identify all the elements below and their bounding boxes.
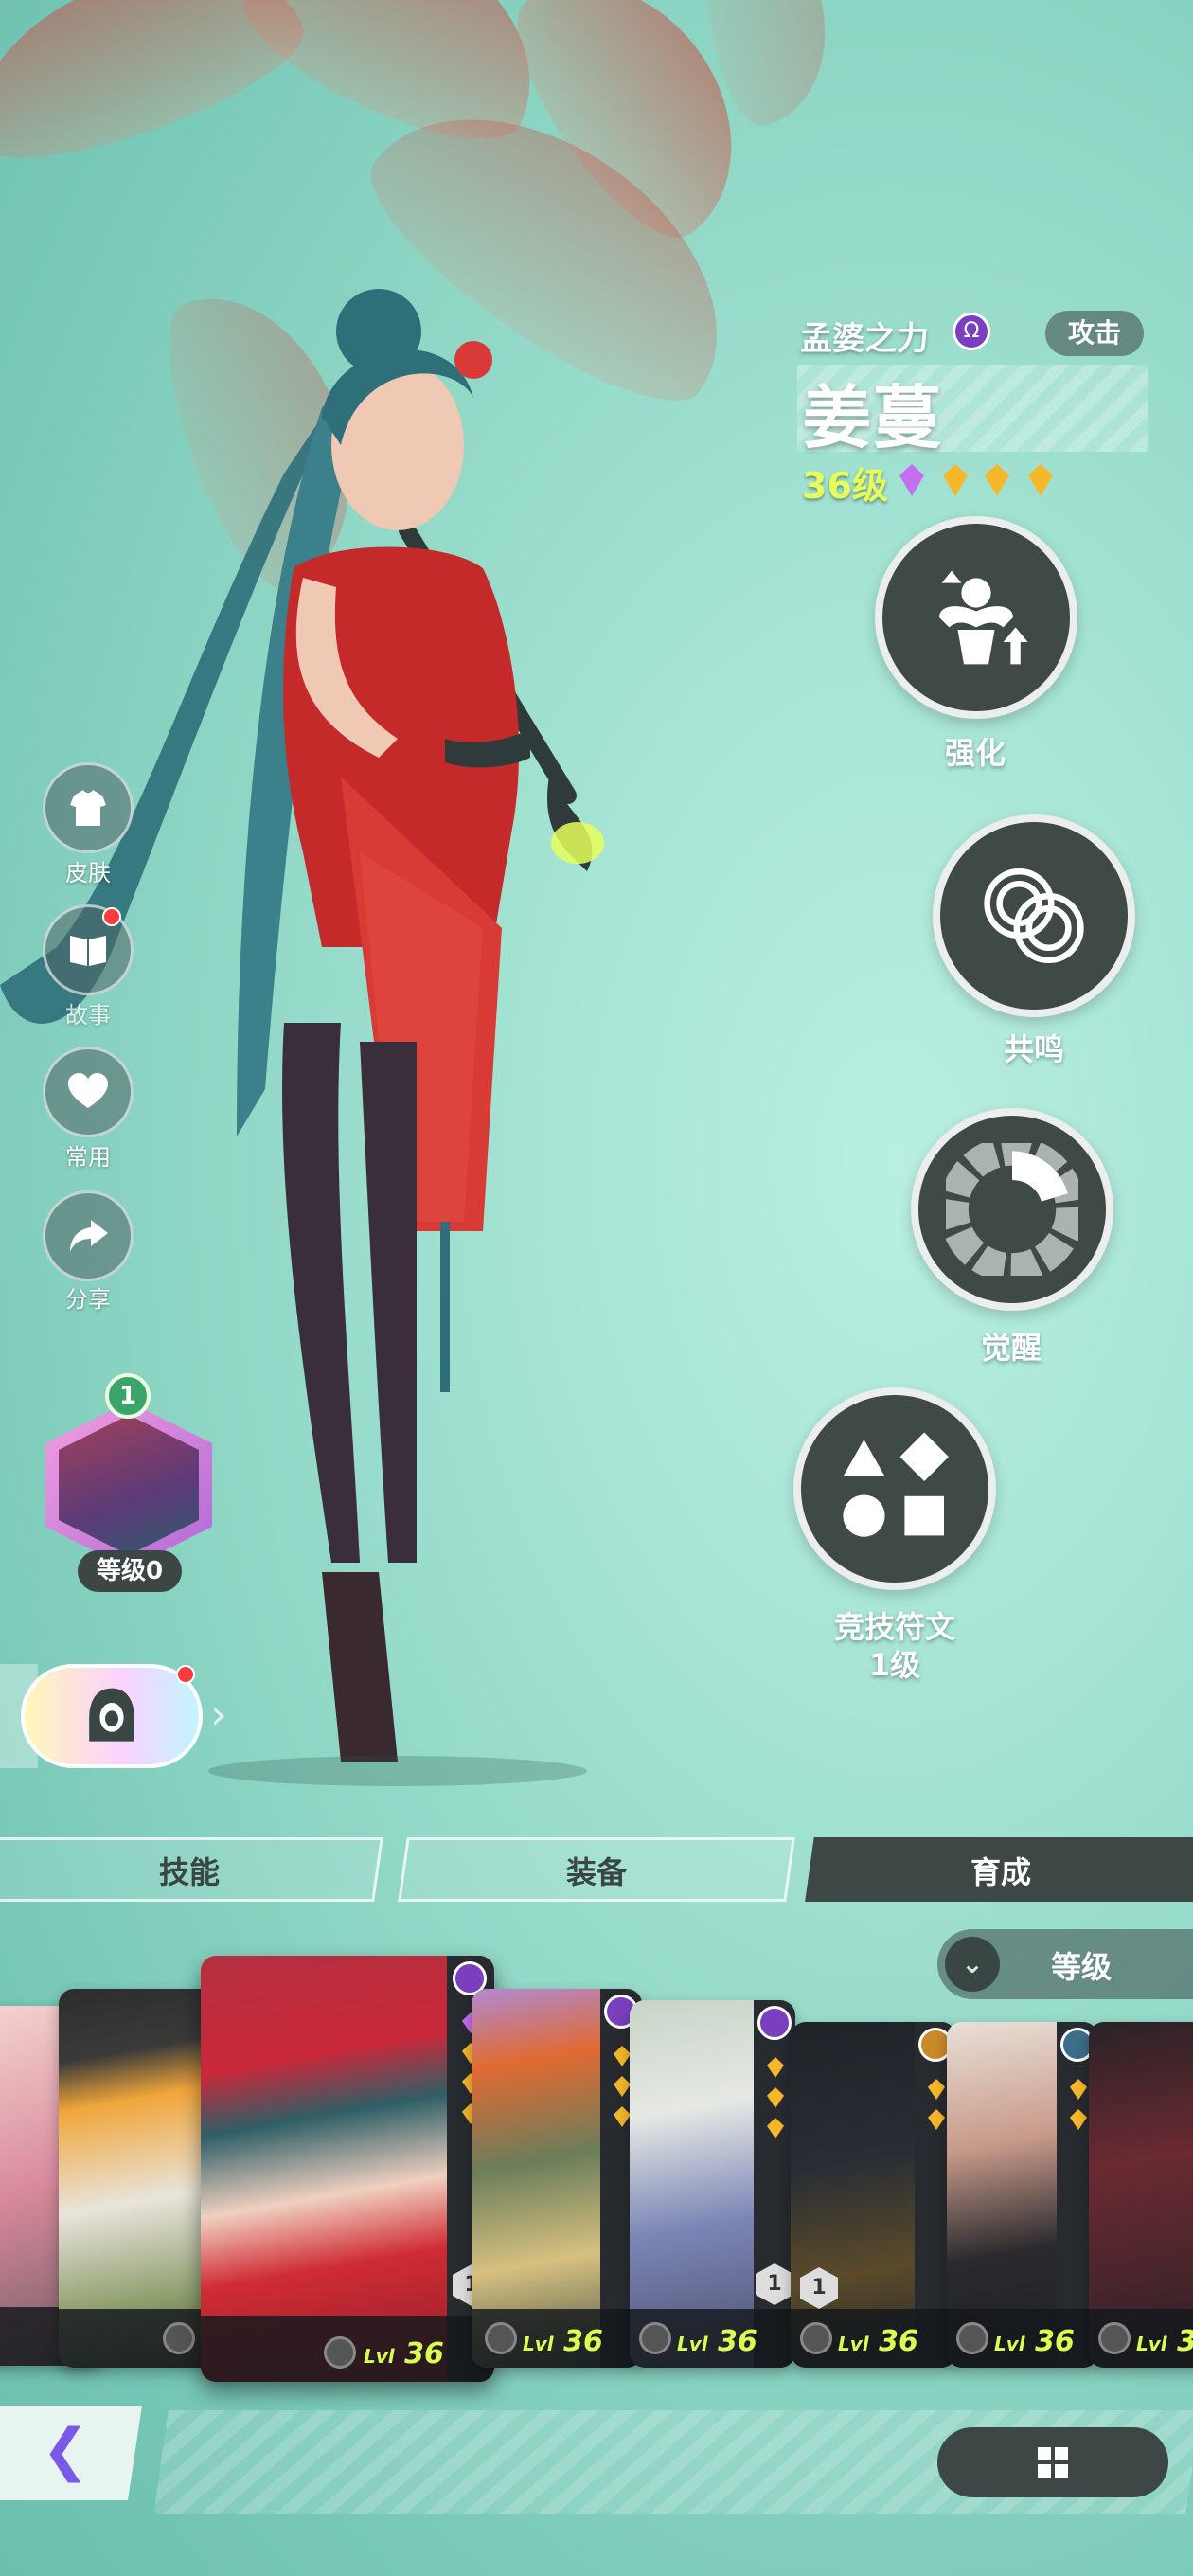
card-level-prefix: Lvl bbox=[994, 2333, 1025, 2355]
card-level: Lvl 36 bbox=[838, 2325, 918, 2358]
tab-equipment-label: 装备 bbox=[565, 1854, 627, 1890]
card-level-value: 36 bbox=[404, 2337, 444, 2370]
card-level: Lvl 36 bbox=[1136, 2325, 1193, 2358]
gear-icon bbox=[956, 2322, 988, 2354]
skin-button[interactable] bbox=[43, 762, 134, 853]
double-chevron-down-icon: ⌄ bbox=[945, 1937, 1000, 1992]
share-arrow-icon bbox=[70, 1220, 108, 1252]
gold-star-icon bbox=[943, 464, 968, 496]
favorite-label: 常用 bbox=[65, 1144, 111, 1171]
hero-card[interactable]: Lvl 36 bbox=[1089, 2022, 1193, 2368]
resonance-label: 共鸣 bbox=[1003, 1031, 1064, 1067]
hero-name: 姜蔓 bbox=[803, 378, 944, 457]
card-level-prefix: Lvl bbox=[1136, 2333, 1167, 2355]
hero-card[interactable]: 1 Lvl 36 bbox=[791, 2022, 956, 2368]
card-level-value: 36 bbox=[718, 2325, 757, 2358]
hero-card[interactable]: Lvl 36 bbox=[947, 2022, 1098, 2368]
awaken-button[interactable] bbox=[911, 1108, 1113, 1311]
pet-companion-button[interactable] bbox=[21, 1664, 203, 1768]
enhance-button[interactable] bbox=[875, 516, 1077, 719]
pet-notification-dot bbox=[176, 1665, 195, 1684]
enhance-label: 强化 bbox=[944, 735, 1006, 771]
gear-icon bbox=[639, 2322, 671, 2354]
gear-icon bbox=[1098, 2322, 1131, 2354]
hero-card[interactable]: 1 Lvl 36 bbox=[630, 2000, 795, 2368]
hero-detail-screen: { "hero": { "power_label": "孟婆之力", "role… bbox=[0, 0, 1193, 2576]
card-level-value: 36 bbox=[563, 2325, 603, 2358]
rank-label: 等级0 bbox=[78, 1550, 182, 1592]
book-icon bbox=[70, 936, 106, 966]
chevron-left-icon: ❮ bbox=[42, 2417, 90, 2483]
shirt-icon bbox=[70, 790, 106, 826]
story-label: 故事 bbox=[65, 1002, 111, 1029]
favorite-button[interactable] bbox=[43, 1046, 134, 1137]
background-lily-petal bbox=[142, 267, 388, 604]
arena-rune-button[interactable] bbox=[793, 1387, 996, 1590]
gold-star-icon bbox=[1028, 464, 1053, 496]
gold-star-icon bbox=[985, 464, 1009, 496]
card-level-value: 36 bbox=[1177, 2325, 1193, 2358]
hero-card[interactable]: Lvl 36 bbox=[472, 1989, 642, 2368]
card-level-prefix: Lvl bbox=[677, 2333, 708, 2355]
skin-label: 皮肤 bbox=[65, 860, 111, 886]
hero-card-selected[interactable]: 1 Lvl 36 bbox=[201, 1956, 494, 2382]
gear-icon bbox=[485, 2322, 517, 2354]
arena-rune-level: 1级 bbox=[868, 1647, 921, 1683]
gear-icon bbox=[163, 2322, 195, 2354]
resonance-rings-icon bbox=[984, 868, 1084, 964]
card-level-prefix: Lvl bbox=[523, 2333, 554, 2355]
awaken-dial-icon bbox=[946, 1143, 1078, 1276]
awaken-label: 觉醒 bbox=[980, 1330, 1042, 1366]
strength-up-icon bbox=[939, 570, 1028, 665]
card-level: Lvl 36 bbox=[994, 2325, 1075, 2358]
hero-power-label: 孟婆之力 bbox=[800, 320, 929, 358]
card-level: Lvl 36 bbox=[523, 2325, 603, 2358]
card-level: Lvl 36 bbox=[364, 2337, 444, 2370]
tab-cultivate-label: 育成 bbox=[970, 1854, 1031, 1890]
shapes-icon bbox=[843, 1432, 949, 1537]
grid-view-button[interactable] bbox=[937, 2427, 1168, 2497]
card-level-value: 36 bbox=[1035, 2325, 1075, 2358]
tab-skills-label: 技能 bbox=[158, 1854, 220, 1890]
class-icon bbox=[757, 2006, 792, 2040]
gear-icon bbox=[324, 2336, 356, 2369]
hooded-figure-icon bbox=[89, 1688, 134, 1742]
heart-icon bbox=[68, 1073, 108, 1108]
story-notification-dot bbox=[102, 907, 121, 926]
gear-icon bbox=[800, 2322, 832, 2354]
share-button[interactable] bbox=[43, 1190, 134, 1281]
hero-role-badge: 攻击 bbox=[1045, 311, 1144, 356]
resonance-button[interactable] bbox=[933, 814, 1135, 1017]
chevron-right-icon: › bbox=[210, 1690, 227, 1739]
card-level: Lvl 36 bbox=[677, 2325, 757, 2358]
card-level-prefix: Lvl bbox=[838, 2333, 869, 2355]
rank-number: 1 bbox=[105, 1373, 151, 1419]
card-level-value: 36 bbox=[879, 2325, 918, 2358]
hero-level: 36级 bbox=[802, 465, 888, 507]
grid-icon bbox=[1038, 2447, 1068, 2478]
underworld-sigil-icon: Ω bbox=[953, 313, 990, 350]
card-level-prefix: Lvl bbox=[364, 2345, 395, 2368]
share-label: 分享 bbox=[65, 1286, 111, 1313]
purple-gem-icon bbox=[899, 464, 924, 496]
sort-label: 等级 bbox=[1051, 1949, 1113, 1985]
